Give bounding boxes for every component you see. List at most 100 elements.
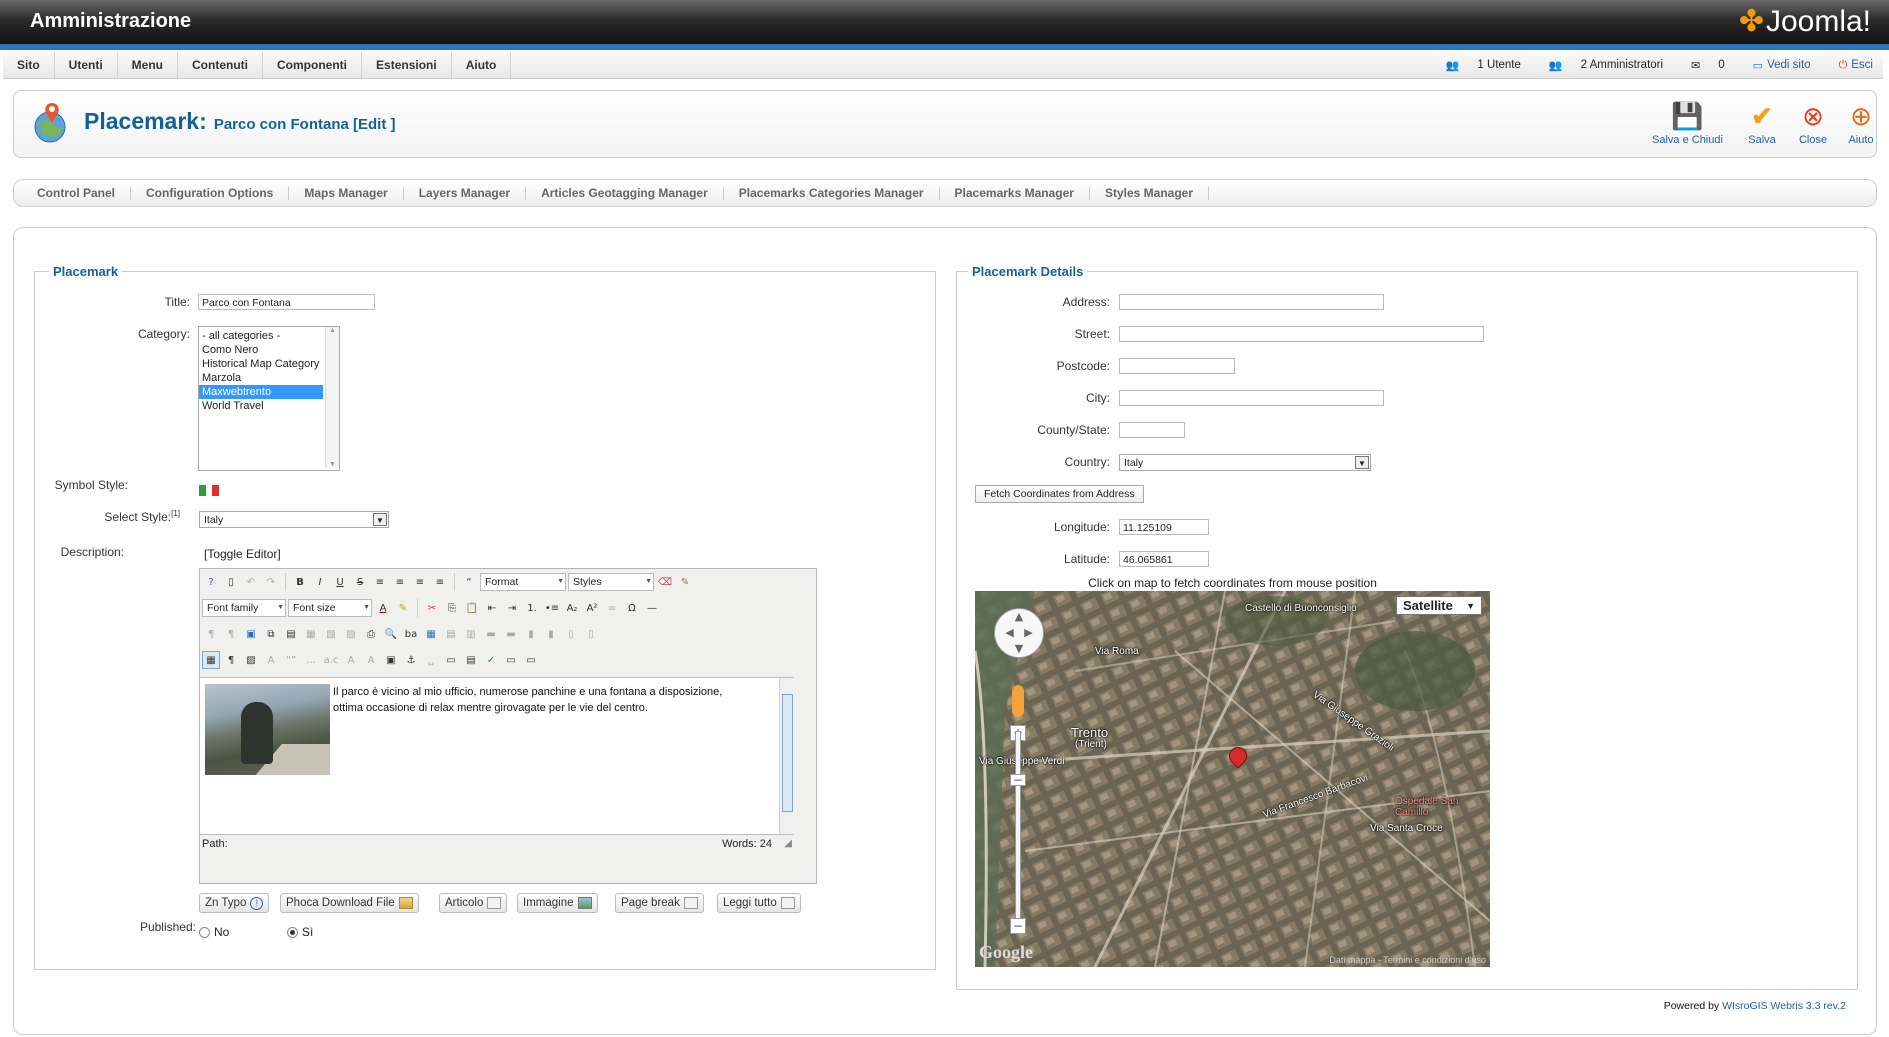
logout-text[interactable]: Esci [1851, 59, 1873, 71]
superscript-icon[interactable]: A² [583, 599, 601, 617]
cut-icon[interactable]: ✂ [423, 599, 441, 617]
absolute-icon[interactable]: ▨ [342, 625, 360, 643]
submenu-articles-geotagging-manager[interactable]: Articles Geotagging Manager [526, 186, 724, 200]
pan-up-icon[interactable]: ▲ [995, 609, 1043, 625]
cite-icon[interactable]: “” [282, 651, 300, 669]
visual-chars-icon[interactable]: ▭ [502, 651, 520, 669]
style-props-icon[interactable]: ▧ [322, 625, 340, 643]
title-input[interactable]: Parco con Fontana [198, 294, 375, 310]
menu-item-menu[interactable]: Menu [118, 52, 179, 78]
logout-link[interactable]: ⏻ Esci [1825, 59, 1873, 72]
new-document-icon[interactable]: ▯ [222, 573, 240, 591]
help-icon[interactable]: ? [202, 573, 220, 591]
format-select[interactable]: Format ▼ [480, 573, 566, 591]
category-option[interactable]: Historical Map Category [199, 357, 339, 371]
satellite-map[interactable]: Castello di Buonconsiglio Via Roma Trent… [975, 591, 1490, 967]
abbr-icon[interactable]: A [262, 651, 280, 669]
submenu-placemarks-manager[interactable]: Placemarks Manager [940, 186, 1090, 200]
city-input[interactable] [1119, 390, 1384, 406]
editor-body[interactable]: Il parco è vicino al mio ufficio, numero… [200, 677, 794, 835]
pagebreak-icon[interactable]: ▭ [442, 651, 460, 669]
show-blocks-icon[interactable]: ¶ [222, 651, 240, 669]
spellcheck-icon[interactable]: ✓ [482, 651, 500, 669]
font-size-select[interactable]: Font size ▼ [288, 599, 372, 617]
preview-icon[interactable]: ⧉ [262, 625, 280, 643]
template-icon[interactable]: ▤ [282, 625, 300, 643]
insert-image-icon[interactable]: ▨ [242, 651, 260, 669]
latitude-input[interactable]: 46.065861 [1119, 551, 1209, 567]
table-icon[interactable]: ▦ [422, 625, 440, 643]
save-close-button[interactable]: 💾 Salva e Chiudi [1652, 101, 1723, 146]
embed-icon[interactable]: ▤ [462, 651, 480, 669]
page-break-button[interactable]: Page break [615, 893, 704, 913]
county-input[interactable] [1119, 422, 1185, 438]
submenu-configuration-options[interactable]: Configuration Options [131, 186, 290, 200]
menu-item-componenti[interactable]: Componenti [263, 52, 363, 78]
menu-item-aiuto[interactable]: Aiuto [452, 52, 512, 78]
submenu-styles-manager[interactable]: Styles Manager [1090, 186, 1209, 200]
published-no-option[interactable]: No [199, 925, 229, 939]
zn-typo-button[interactable]: Zn Typo! [199, 893, 270, 913]
statue-park-photo[interactable] [205, 684, 330, 775]
ltr-icon[interactable]: ¶ [202, 625, 220, 643]
leggi-tutto-button[interactable]: Leggi tutto [717, 893, 801, 913]
ordered-list-icon[interactable]: 1. [523, 599, 541, 617]
postcode-input[interactable] [1119, 358, 1235, 374]
submenu-maps-manager[interactable]: Maps Manager [289, 186, 404, 200]
row-props-icon[interactable]: ▤ [442, 625, 460, 643]
merge-cells-icon[interactable]: ▯ [582, 625, 600, 643]
street-view-pegman-icon[interactable] [1012, 685, 1024, 717]
cleanup-brush-icon[interactable]: ✎ [676, 573, 694, 591]
category-option[interactable]: World Travel [199, 399, 339, 413]
paste-icon[interactable]: 📋 [463, 599, 481, 617]
category-scrollbar[interactable]: ▲ ▼ [325, 327, 339, 468]
resize-handle-icon[interactable]: ◢ [784, 835, 792, 853]
country-dropdown[interactable]: Italy ▼ [1119, 454, 1371, 471]
delete-row-icon[interactable]: ▬ [502, 625, 520, 643]
italic-icon[interactable]: I [311, 573, 329, 591]
category-option[interactable]: Marzola [199, 371, 339, 385]
redo-icon[interactable]: ↷ [262, 573, 280, 591]
google-logo[interactable]: Google [979, 942, 1033, 963]
zoom-out-icon[interactable]: − [1010, 918, 1026, 934]
view-site-link[interactable]: ▭ Vedi sito [1739, 59, 1811, 72]
category-option-selected[interactable]: Maxwebtrento [199, 385, 323, 399]
fullscreen-icon[interactable]: ▣ [242, 625, 260, 643]
menu-item-sito[interactable]: Sito [3, 52, 55, 78]
subscript-icon[interactable]: A₂ [563, 599, 581, 617]
fetch-coordinates-button[interactable]: Fetch Coordinates from Address [975, 485, 1144, 503]
street-input[interactable] [1119, 326, 1484, 342]
submenu-layers-manager[interactable]: Layers Manager [404, 186, 527, 200]
zoom-slider[interactable] [1015, 731, 1021, 921]
bold-icon[interactable]: B [291, 573, 309, 591]
menu-item-utenti[interactable]: Utenti [55, 52, 118, 78]
insert-col-icon[interactable]: ▮ [522, 625, 540, 643]
align-left-icon[interactable]: ≡ [371, 573, 389, 591]
category-option[interactable]: Como Nero [199, 343, 339, 357]
submenu-control-panel[interactable]: Control Panel [22, 186, 132, 200]
ins-icon[interactable]: A [362, 651, 380, 669]
published-yes-radio[interactable] [287, 927, 298, 939]
editor-scrollbar[interactable] [779, 678, 794, 834]
undo-icon[interactable]: ↶ [242, 573, 260, 591]
find-icon[interactable]: 🔍 [382, 625, 400, 643]
category-option[interactable]: - all categories - [199, 329, 339, 343]
zoom-slider-thumb[interactable]: − [1010, 774, 1026, 786]
toggle-editor-link[interactable]: [Toggle Editor] [204, 547, 281, 561]
print-icon[interactable]: ⎙ [362, 625, 380, 643]
category-listbox[interactable]: - all categories - Como Nero Historical … [198, 326, 340, 471]
del-icon[interactable]: A [342, 651, 360, 669]
help-button[interactable]: ⊕ Aiuto [1841, 101, 1881, 146]
styles-select[interactable]: Styles ▼ [568, 573, 654, 591]
replace-icon[interactable]: ba [402, 625, 420, 643]
joomla-logo[interactable]: ✤ Joomla! [1739, 4, 1871, 39]
split-cells-icon[interactable]: ▯ [562, 625, 580, 643]
text-color-icon[interactable]: A [374, 599, 392, 617]
horizontal-rule-icon[interactable]: — [643, 599, 661, 617]
view-site-text[interactable]: Vedi sito [1767, 59, 1810, 71]
unordered-list-icon[interactable]: •≡ [543, 599, 561, 617]
editor-scroll-thumb[interactable] [782, 694, 793, 812]
cell-props-icon[interactable]: ▥ [462, 625, 480, 643]
insert-media-icon[interactable]: ▣ [382, 651, 400, 669]
longitude-input[interactable]: 11.125109 [1119, 519, 1209, 535]
